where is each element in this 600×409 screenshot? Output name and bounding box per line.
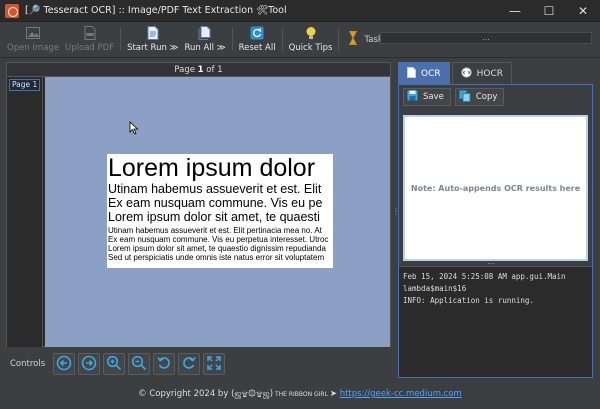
author-signature: (ஜ۩۞۩ஜ) [231,389,274,399]
doc-line: Utinam habemus assueverit et est. Elit [108,182,322,196]
controls-label: Controls [10,359,46,369]
copy-button[interactable]: Copy [454,88,505,106]
doc-line: Ex eam nusquam commune. Vis eu pe [108,196,323,210]
copy-icon [458,89,471,105]
upload-pdf-button[interactable]: Upload PDF [62,24,117,55]
ocr-results-textarea[interactable]: Note: Auto-appends OCR results here [403,115,588,261]
doc-line: Lorem ipsum dolor [108,154,316,182]
window-controls: — ☐ ✕ [498,0,600,22]
window-title: [🔎 Tesseract OCR] :: Image/PDF Text Extr… [25,5,287,16]
open-image-button[interactable]: Open Image [4,24,62,55]
arrow-left-icon [56,355,72,374]
page-icon [407,66,416,81]
toolbar-divider [281,28,283,51]
start-run-label: Start Run ≫ [127,43,179,53]
page-indicator: Page 1 of 1 [7,63,390,77]
image-icon [26,25,41,41]
zoom-in-button[interactable] [103,353,126,375]
mouse-cursor-icon [129,121,139,135]
tab-hocr[interactable]: HOCR [451,62,513,84]
start-run-button[interactable]: Start Run ≫ [124,24,181,55]
tab-ocr-label: OCR [421,68,441,79]
maximize-button[interactable]: ☐ [532,0,566,22]
author-tagline: THE RIBBON GIRL [273,391,330,398]
quick-tips-label: Quick Tips [288,43,333,53]
zoom-out-icon [131,355,147,374]
page-suffix: of 1 [203,65,223,75]
copy-label: Copy [475,92,498,102]
document-icon [146,25,160,41]
task-status-progress: ... [380,32,592,44]
ocr-tab-content: Save Copy Note: Auto-appends OCR results… [398,84,593,378]
floppy-disk-icon [407,90,418,104]
quick-tips-button[interactable]: Quick Tips [286,24,336,55]
reset-all-label: Reset All [238,43,276,53]
rotate-left-button[interactable] [153,353,176,375]
pages-list: Page 1 [7,77,43,347]
document-viewer: Page 1 of 1 Page 1 Lorem ipsum dolor Uti… [6,62,391,347]
footer: © Copyright 2024 by (ஜ۩۞۩ஜ) THE RIBBON G… [0,386,600,402]
doc-line: Lorem ipsum dolor sit amet, te quaestio … [108,244,326,253]
run-all-button[interactable]: Run All ≫ [181,24,228,55]
run-all-label: Run All ≫ [184,43,226,53]
minimize-button[interactable]: — [498,0,532,22]
page-list-item[interactable]: Page 1 [9,79,40,91]
doc-line: Sed ut perspiciatis unde omnis iste natu… [108,253,325,262]
fullscreen-icon [206,355,222,374]
ocr-toolbar: Save Copy [399,85,592,109]
pdf-icon [83,25,97,41]
doc-line: Utinam habemus assueverit et est. Elit p… [108,226,322,235]
save-label: Save [423,92,444,102]
rotate-right-icon [181,355,197,374]
open-image-label: Open Image [7,43,60,53]
upload-pdf-label: Upload PDF [65,43,115,53]
lightbulb-icon [304,25,318,41]
zoom-in-icon [106,355,122,374]
ocr-placeholder: Note: Auto-appends OCR results here [410,183,581,193]
main-toolbar: Open Image Upload PDF Start Run ≫ Run Al… [0,22,600,58]
vertical-splitter[interactable]: ⋮ [392,208,400,224]
html-file-icon [460,66,472,81]
author-link[interactable]: https://geek-cc.medium.com [340,389,462,399]
arrow-right-icon [81,355,97,374]
previous-page-button[interactable] [53,353,76,375]
zoom-out-button[interactable] [128,353,151,375]
app-icon [5,3,19,18]
title-bar: [🔎 Tesseract OCR] :: Image/PDF Text Extr… [0,0,600,22]
page-prefix: Page [174,65,198,75]
toolbar-divider [338,28,340,51]
tab-ocr[interactable]: OCR [398,62,450,84]
close-button[interactable]: ✕ [566,0,600,22]
tab-hocr-label: HOCR [476,68,504,79]
hourglass-icon [348,31,358,48]
copyright-text: © Copyright 2024 by [138,389,232,399]
arrow-icon: ➤ [329,389,337,399]
refresh-icon [250,25,264,41]
viewer-controls: Controls [6,350,391,378]
toolbar-divider [120,28,122,51]
documents-icon [198,25,212,41]
rotate-right-button[interactable] [178,353,201,375]
doc-line: Ex eam nusquam commune. Vis eu perpetua … [108,235,329,244]
next-page-button[interactable] [78,353,101,375]
reset-all-button[interactable]: Reset All [236,24,279,55]
save-button[interactable]: Save [403,88,451,106]
results-tabs: OCR HOCR [398,62,593,84]
toolbar-divider [231,28,233,51]
rotate-left-icon [156,355,172,374]
fit-to-screen-button[interactable] [203,353,226,375]
log-console[interactable]: Feb 15, 2024 5:25:08 AM app.gui.Main lam… [399,266,592,377]
doc-line: Lorem ipsum dolor sit amet, te quaesti [108,210,320,224]
image-canvas[interactable]: Lorem ipsum dolor Utinam habemus assueve… [45,77,390,347]
results-panel: OCR HOCR Save Copy Note: Auto-appends OC… [398,62,593,378]
document-image: Lorem ipsum dolor Utinam habemus assueve… [107,154,333,268]
